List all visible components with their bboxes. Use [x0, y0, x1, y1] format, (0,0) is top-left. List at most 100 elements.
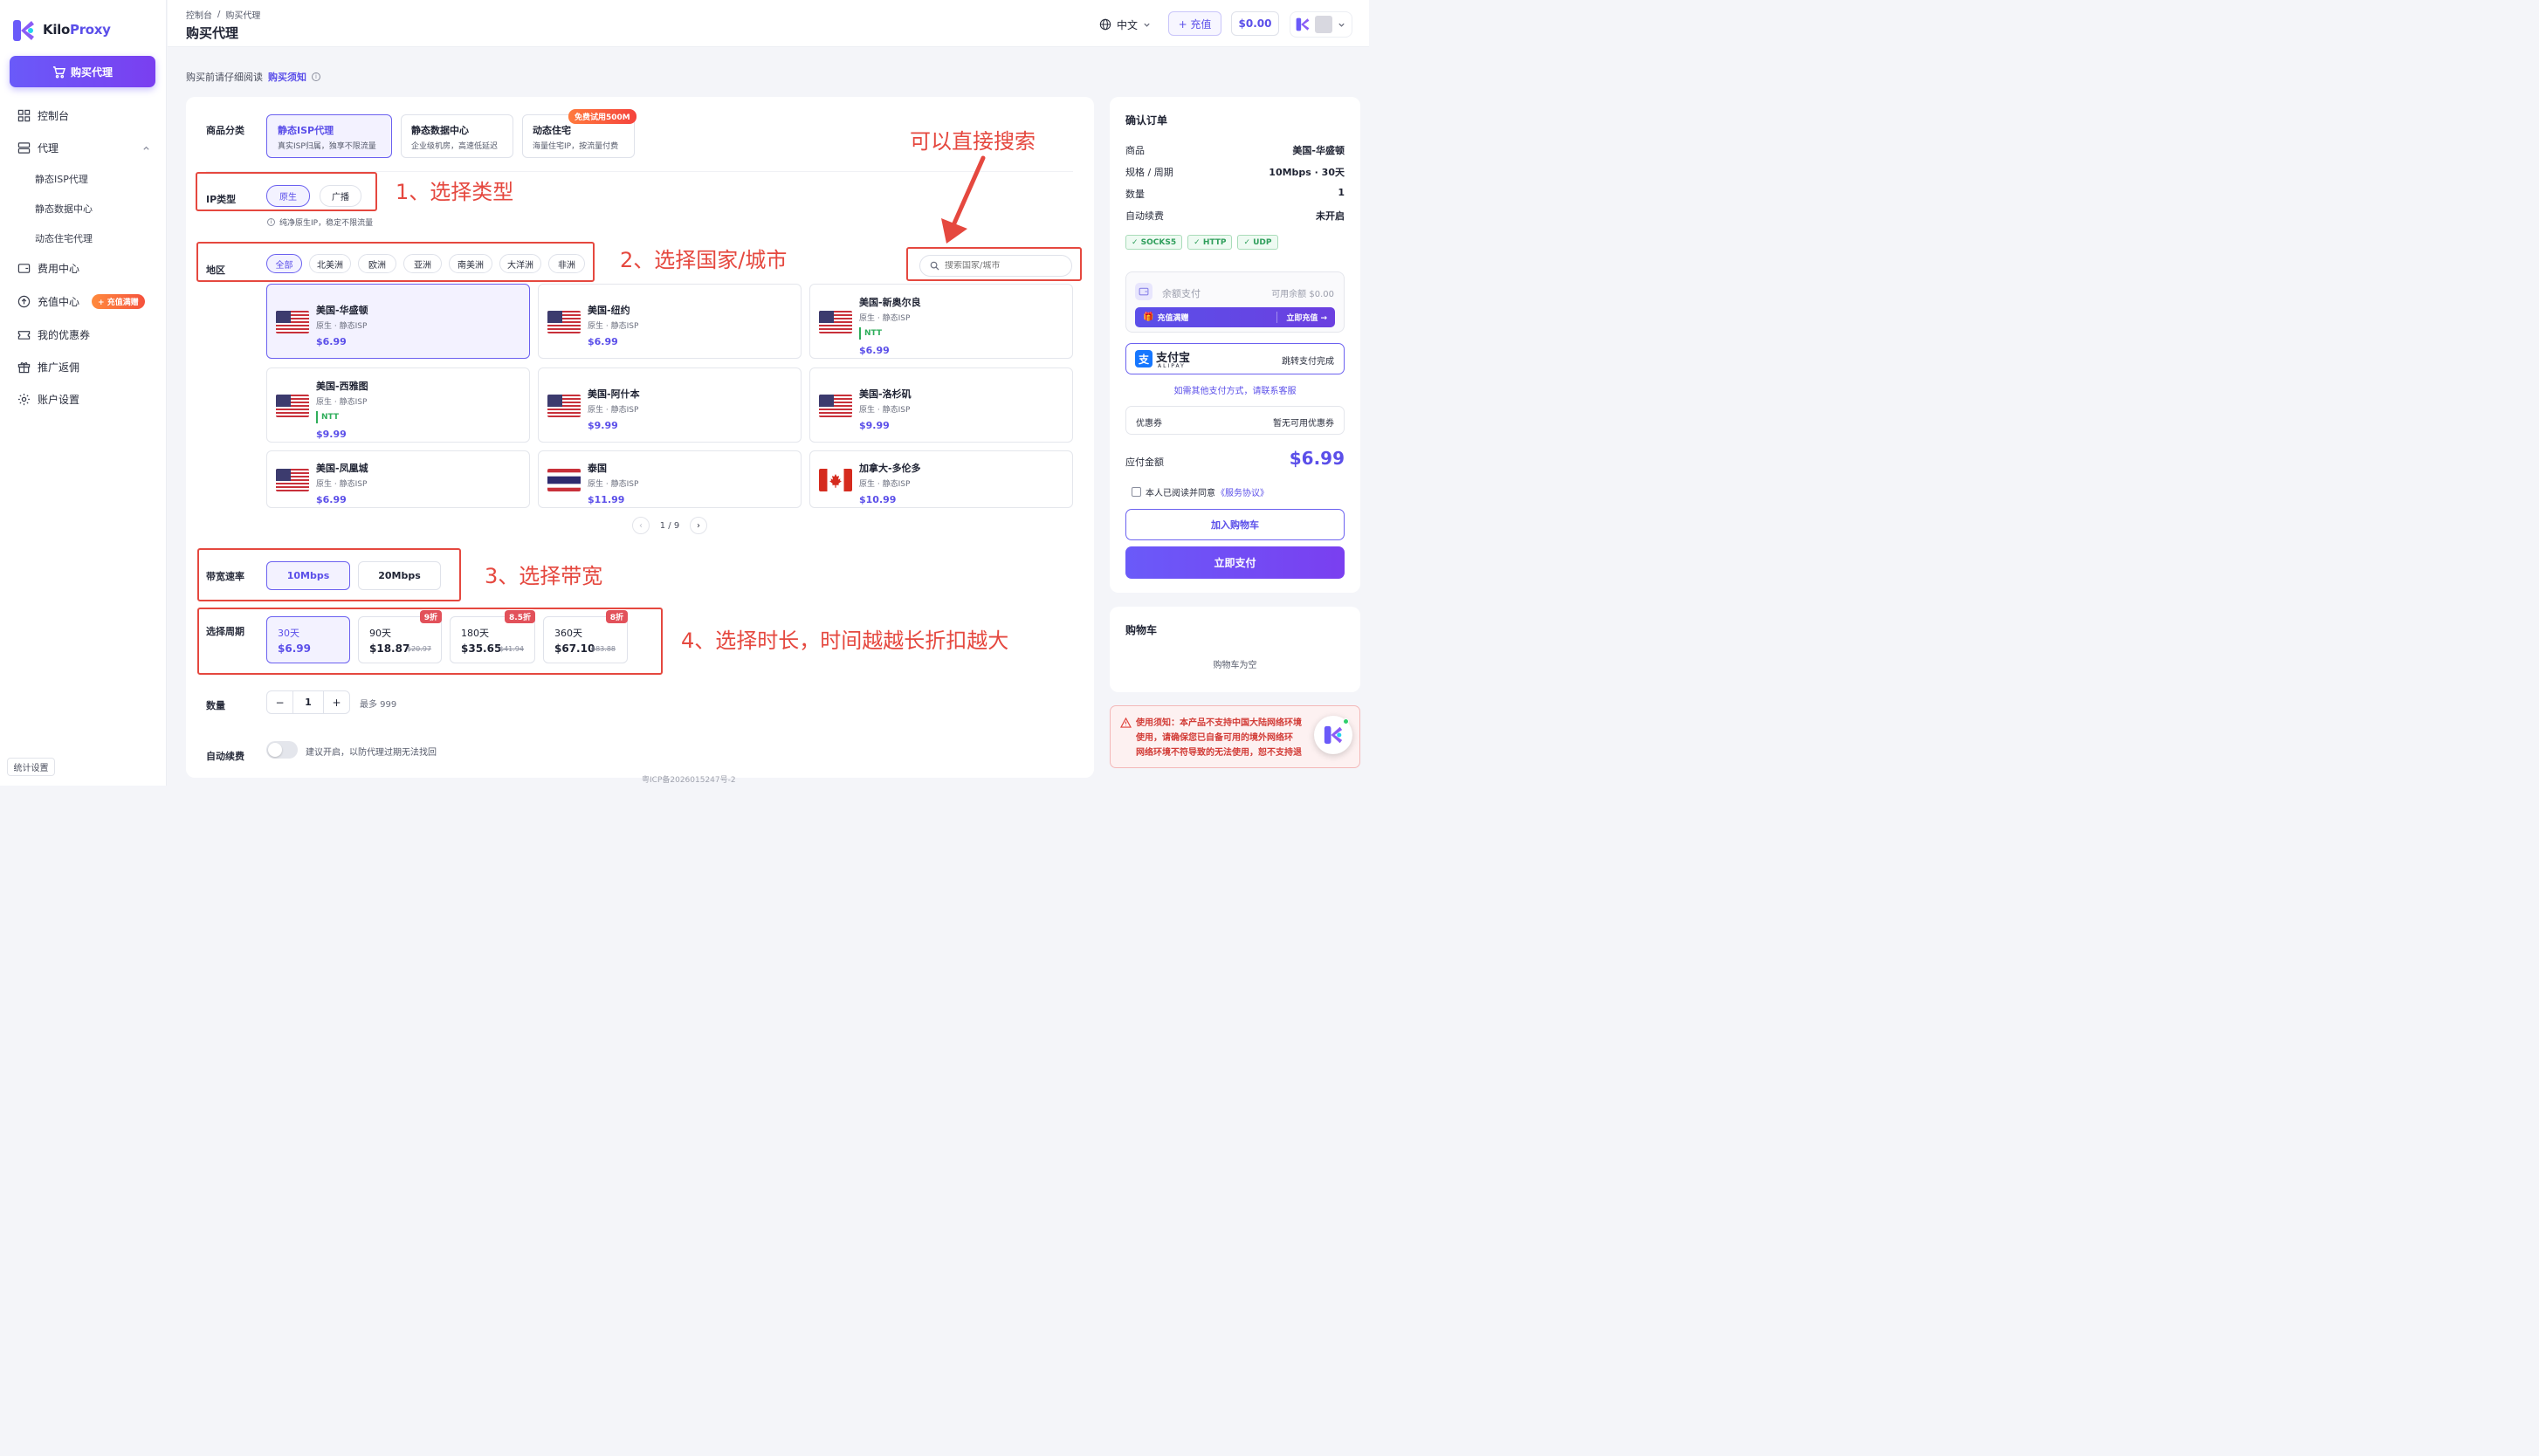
order-row-key: 规格 / 周期 [1125, 167, 1173, 178]
quantity-max-hint: 最多 999 [360, 700, 397, 710]
flag-us-icon [276, 311, 309, 333]
annotation-box-step1 [196, 172, 377, 211]
region-name: 美国-纽约 [588, 305, 630, 316]
region-price: $11.99 [588, 494, 625, 505]
sidebar-item-billing[interactable]: 费用中心 [17, 261, 79, 276]
page-indicator: 1 / 9 [659, 520, 680, 531]
product-option-static-isp[interactable]: 静态ISP代理 真实ISP归属，独享不限流量 [266, 114, 392, 158]
total-amount: $6.99 [1289, 448, 1345, 469]
purchase-terms-link[interactable]: 购买须知 [268, 70, 306, 84]
sidebar-item-dashboard[interactable]: 控制台 [17, 108, 69, 123]
protocol-tag-http: ✓ HTTP [1187, 235, 1233, 250]
order-row-key: 商品 [1125, 145, 1145, 156]
language-selector[interactable]: 中文 [1099, 12, 1151, 37]
sidebar-item-recharge[interactable]: 充值中心 + 充值满赠 [17, 294, 145, 309]
sidebar-item-coupons[interactable]: 我的优惠券 [17, 327, 90, 342]
order-row-value: 1 [1338, 187, 1345, 198]
region-name: 美国-西雅图 [316, 381, 368, 392]
sidebar-subitem-residential[interactable]: 动态住宅代理 [35, 231, 93, 245]
annotation-box-step3 [197, 548, 461, 601]
upload-circle-icon [17, 295, 31, 308]
gear-icon [17, 393, 31, 406]
recharge-button[interactable]: + 充值 [1168, 11, 1221, 36]
sidebar-item-settings[interactable]: 账户设置 [17, 392, 79, 407]
chevron-down-icon [1338, 23, 1345, 27]
region-price: $9.99 [316, 429, 347, 440]
purchase-notice: 购买前请仔细阅读 购买须知 i [186, 70, 320, 84]
breadcrumb-root[interactable]: 控制台 [186, 8, 212, 21]
region-price: $9.99 [588, 420, 618, 431]
region-card[interactable]: 美国-阿什本 原生 · 静态ISP $9.99 [538, 367, 802, 443]
other-payment-contact-link[interactable]: 如需其他支付方式，请联系客服 [1125, 383, 1345, 396]
product-option-static-dc[interactable]: 静态数据中心 企业级机房，高速低延迟 [401, 114, 513, 158]
recharge-now-link[interactable]: 立即充值 → [1276, 312, 1327, 323]
region-name: 美国-华盛顿 [316, 305, 368, 316]
annotation-step1: 1、选择类型 [396, 180, 514, 204]
region-name: 美国-阿什本 [588, 388, 640, 400]
support-chat-button[interactable] [1314, 716, 1352, 754]
region-price: $6.99 [859, 345, 890, 356]
info-icon: i [267, 218, 275, 226]
flag-ca-icon [819, 469, 852, 491]
region-card[interactable]: 美国-凤凰城 原生 · 静态ISP $6.99 [266, 450, 530, 508]
region-card[interactable]: 美国-纽约 原生 · 静态ISP $6.99 [538, 284, 802, 359]
region-type: 原生 · 静态ISP [859, 406, 911, 415]
region-type: 原生 · 静态ISP [316, 322, 368, 331]
warning-icon [1120, 718, 1132, 728]
online-status-dot [1343, 718, 1349, 725]
next-page-button[interactable]: › [689, 517, 707, 534]
autorenew-label: 自动续费 [206, 751, 244, 762]
region-card[interactable]: 泰国 原生 · 静态ISP $11.99 [538, 450, 802, 508]
recharge-promo-bar[interactable]: 🎁 充值满赠 立即充值 → [1135, 307, 1335, 327]
prev-page-button[interactable]: ‹ [632, 517, 650, 534]
sidebar-subitem-static-dc[interactable]: 静态数据中心 [35, 202, 93, 216]
region-price: $6.99 [316, 336, 347, 347]
buy-proxy-button[interactable]: 购买代理 [10, 56, 155, 87]
quantity-decrement-button[interactable]: − [267, 691, 293, 713]
add-to-cart-button[interactable]: 加入购物车 [1125, 509, 1345, 540]
annotation-box-search [906, 247, 1082, 281]
chevron-up-icon [143, 146, 149, 150]
app-logo-icon [1324, 725, 1343, 745]
sidebar-item-proxy[interactable]: 代理 [17, 141, 150, 155]
autorenew-toggle[interactable] [266, 741, 298, 759]
region-card[interactable]: 加拿大-多伦多 原生 · 静态ISP $10.99 [809, 450, 1073, 508]
region-pagination: ‹ 1 / 9 › [632, 517, 707, 534]
page-title: 购买代理 [186, 25, 239, 41]
coupon-selector[interactable]: 优惠券 暂无可用优惠券 [1125, 406, 1345, 435]
balance-display[interactable]: $0.00 [1231, 11, 1279, 36]
service-agreement-link[interactable]: 《服务协议》 [1216, 485, 1269, 498]
quantity-input[interactable]: 1 [293, 691, 323, 713]
carrier-tag: NTT [316, 411, 368, 423]
order-row-value: 未开启 [1316, 210, 1345, 222]
sidebar-subitem-static-isp[interactable]: 静态ISP代理 [35, 172, 88, 186]
region-name: 美国-新奥尔良 [859, 297, 921, 308]
annotation-box-step2 [196, 242, 595, 282]
cart-title: 购物车 [1125, 624, 1158, 636]
user-menu[interactable] [1290, 11, 1352, 38]
quantity-increment-button[interactable]: + [323, 691, 349, 713]
order-row-value: 美国-华盛顿 [1292, 145, 1345, 156]
top-header: 控制台 / 购买代理 购买代理 中文 + 充值 $0.00 [168, 0, 1369, 47]
stats-settings-button[interactable]: 统计设置 [7, 758, 55, 776]
region-name: 美国-洛杉矶 [859, 388, 912, 400]
autorenew-hint: 建议开启，以防代理过期无法找回 [306, 748, 437, 758]
region-card[interactable]: 美国-洛杉矶 原生 · 静态ISP $9.99 [809, 367, 1073, 443]
pay-now-button[interactable]: 立即支付 [1125, 546, 1345, 579]
region-name: 美国-凤凰城 [316, 463, 368, 474]
region-type: 原生 · 静态ISP [588, 322, 639, 331]
globe-icon [1099, 18, 1111, 31]
alipay-icon: 支 [1135, 350, 1153, 367]
balance-pay-option[interactable]: 余额支付 可用余额 $0.00 🎁 充值满赠 立即充值 → [1125, 271, 1345, 333]
region-type: 原生 · 静态ISP [859, 314, 911, 323]
region-card[interactable]: 美国-西雅图 原生 · 静态ISP NTT $9.99 [266, 367, 530, 443]
order-row-key: 自动续费 [1125, 210, 1164, 222]
agreement-checkbox[interactable] [1132, 487, 1141, 497]
region-card[interactable]: 美国-华盛顿 原生 · 静态ISP $6.99 [266, 284, 530, 359]
alipay-option[interactable]: 支 支付宝 ALIPAY 跳转支付完成 [1125, 343, 1345, 374]
region-type: 原生 · 静态ISP [588, 480, 639, 489]
region-type: 原生 · 静态ISP [316, 398, 368, 407]
region-type: 原生 · 静态ISP [316, 480, 368, 489]
region-card[interactable]: 美国-新奥尔良 原生 · 静态ISP NTT $6.99 [809, 284, 1073, 359]
sidebar-item-affiliate[interactable]: 推广返佣 [17, 360, 79, 374]
